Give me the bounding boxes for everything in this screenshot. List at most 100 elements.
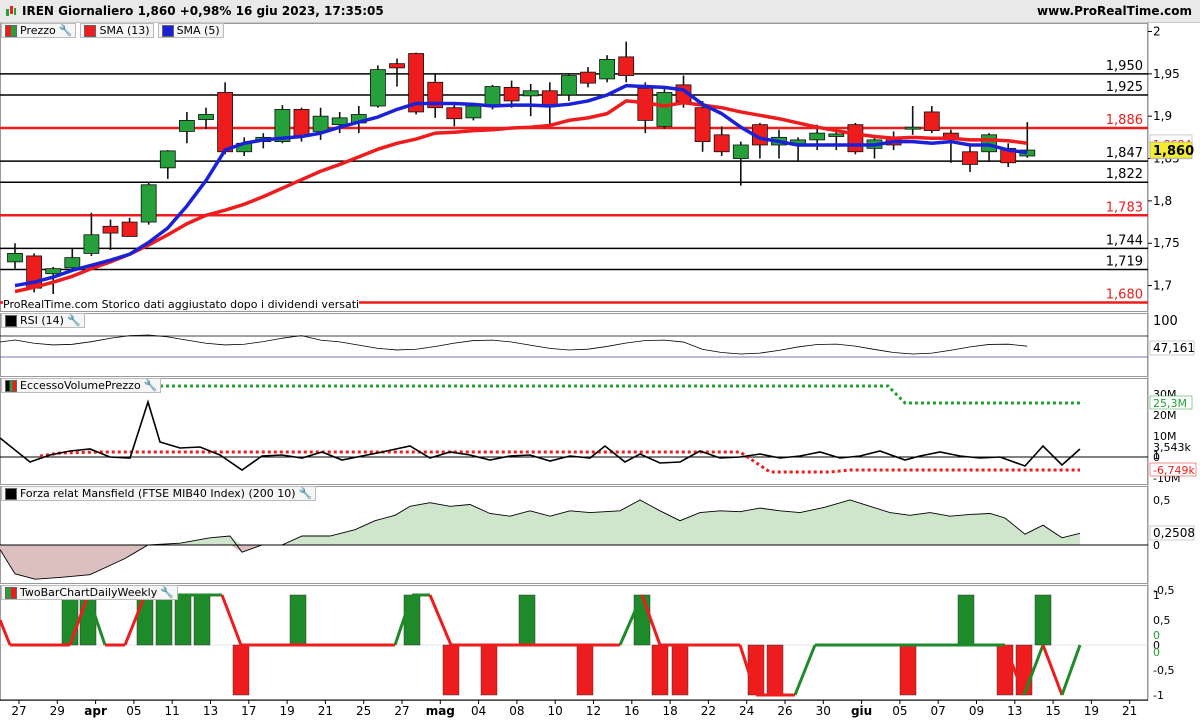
legend-rsi-label: RSI (14) xyxy=(20,314,64,327)
twobar-legend: TwoBarChartDailyWeekly 🔧 xyxy=(1,585,178,600)
candle-body xyxy=(809,132,826,141)
wrench-icon[interactable]: 🔧 xyxy=(299,487,313,500)
legend-rsi[interactable]: RSI (14) 🔧 xyxy=(1,313,85,328)
x-tick-label: 11 xyxy=(165,704,180,718)
x-tick-label: giu xyxy=(851,704,872,718)
x-tick-label: 27 xyxy=(11,704,26,718)
x-tick-label: 08 xyxy=(509,704,524,718)
candle-body xyxy=(962,151,978,165)
candle-body xyxy=(580,71,596,84)
candle-body xyxy=(140,184,157,223)
candle-body xyxy=(828,133,845,137)
price-tick-label: 1,9 xyxy=(1153,109,1172,123)
x-tick-label: mag xyxy=(426,704,455,718)
candle-body xyxy=(599,59,615,80)
x-tick-label: 22 xyxy=(701,704,716,718)
candle-body xyxy=(389,63,405,69)
price-tick-label: 1,7 xyxy=(1153,279,1172,293)
twobar-signal-line xyxy=(428,594,453,646)
wrench-icon[interactable]: 🔧 xyxy=(67,314,81,327)
wrench-icon[interactable]: 🔧 xyxy=(59,24,73,37)
x-tick-label: 15 xyxy=(1045,704,1060,718)
candle-body xyxy=(713,134,730,153)
candle-body xyxy=(561,75,577,96)
twobar-bar xyxy=(193,594,211,646)
twobar-bar xyxy=(136,594,154,646)
candle-body xyxy=(541,90,558,106)
twobar-signal-line xyxy=(1041,644,1064,696)
price-tick-label: 1,75 xyxy=(1153,236,1180,250)
twobar-bar xyxy=(403,594,421,646)
chart-logo-icon xyxy=(6,6,16,16)
twobar-signal-line xyxy=(220,594,243,646)
x-tick-label: 27 xyxy=(394,704,409,718)
legend-price[interactable]: Prezzo 🔧 xyxy=(1,23,77,38)
twobar-bar xyxy=(289,594,307,646)
twobar-bar xyxy=(747,644,765,696)
level-label: 1,680 xyxy=(1106,288,1143,303)
sma13-swatch-icon xyxy=(84,24,97,37)
twobar-tick-label: -1 xyxy=(1153,689,1164,702)
twobar-bar xyxy=(996,644,1014,696)
x-tick-label: 05 xyxy=(126,704,141,718)
legend-evp[interactable]: EccessoVolumePrezzo 🔧 xyxy=(1,378,162,393)
level-label: 1,719 xyxy=(1106,254,1143,269)
rsi-legend: RSI (14) 🔧 xyxy=(1,313,85,328)
level-label: 1,925 xyxy=(1106,80,1143,95)
mansfield-tick-label: 0,5 xyxy=(1153,494,1171,507)
mansfield-legend: Forza relat Mansfield (FTSE MIB40 Index)… xyxy=(1,486,317,501)
twobar-bar xyxy=(442,644,460,696)
evp-tick-label: 20M xyxy=(1153,409,1177,422)
candle-body xyxy=(121,221,138,237)
candle-body xyxy=(522,90,539,97)
chart-canvas[interactable]: 1,9501,9251,8861,8471,8221,7831,7441,719… xyxy=(0,22,1200,720)
twobar-bar xyxy=(651,644,669,696)
twobar-bar xyxy=(1034,594,1052,646)
price-tick-label: 1,8 xyxy=(1153,194,1172,208)
rsi-value: 47,161 xyxy=(1153,341,1195,355)
twobar-bar xyxy=(1015,644,1033,696)
level-label: 1,886 xyxy=(1106,113,1143,128)
site-link[interactable]: www.ProRealTime.com xyxy=(1037,4,1192,18)
evp-upper-value: 25,3M xyxy=(1153,397,1187,410)
mansfield-swatch-icon xyxy=(5,487,17,500)
twobar-bar xyxy=(576,644,594,696)
candle-body xyxy=(293,109,310,137)
candle-body xyxy=(369,69,386,107)
mansfield-tick-label: 0 xyxy=(1153,539,1160,552)
sma5-swatch-icon xyxy=(161,24,174,37)
x-tick-label: 30 xyxy=(816,704,831,718)
candle-body xyxy=(178,120,195,132)
x-tick-label: 21 xyxy=(1122,704,1137,718)
x-tick-label: 26 xyxy=(777,704,792,718)
candle-body xyxy=(217,92,234,153)
candle-body xyxy=(847,124,864,153)
x-tick-label: 19 xyxy=(1084,704,1099,718)
twobar-bar xyxy=(79,594,97,646)
legend-sma5[interactable]: SMA (5) xyxy=(157,23,224,38)
twobar-bar xyxy=(480,644,498,696)
candle-body xyxy=(102,225,119,234)
x-tick-label: 12 xyxy=(586,704,601,718)
x-tick-label: 09 xyxy=(969,704,984,718)
wrench-icon[interactable]: 🔧 xyxy=(144,379,158,392)
rsi-top-label: 100 xyxy=(1153,314,1178,329)
candle-body xyxy=(694,107,711,142)
wrench-icon[interactable]: 🔧 xyxy=(160,586,174,599)
last-price-badge: 1,860 xyxy=(1153,144,1194,159)
legend-sma13[interactable]: SMA (13) xyxy=(80,23,154,38)
twobar-signal-line xyxy=(793,644,817,696)
candle-body xyxy=(64,257,81,269)
x-tick-label: 25 xyxy=(356,704,371,718)
evp-upper-band xyxy=(160,384,1080,405)
twobar-bar xyxy=(633,594,651,646)
legend-twobar[interactable]: TwoBarChartDailyWeekly 🔧 xyxy=(1,585,178,600)
x-tick-label: 16 xyxy=(624,704,639,718)
legend-mansfield[interactable]: Forza relat Mansfield (FTSE MIB40 Index)… xyxy=(1,486,317,501)
level-label: 1,783 xyxy=(1106,200,1143,215)
x-tick-label: 04 xyxy=(471,704,486,718)
x-tick-label: 29 xyxy=(50,704,65,718)
candle-body xyxy=(83,234,100,254)
evp-lower-value: -6,749k xyxy=(1153,464,1195,477)
twobar-bar xyxy=(671,644,689,696)
